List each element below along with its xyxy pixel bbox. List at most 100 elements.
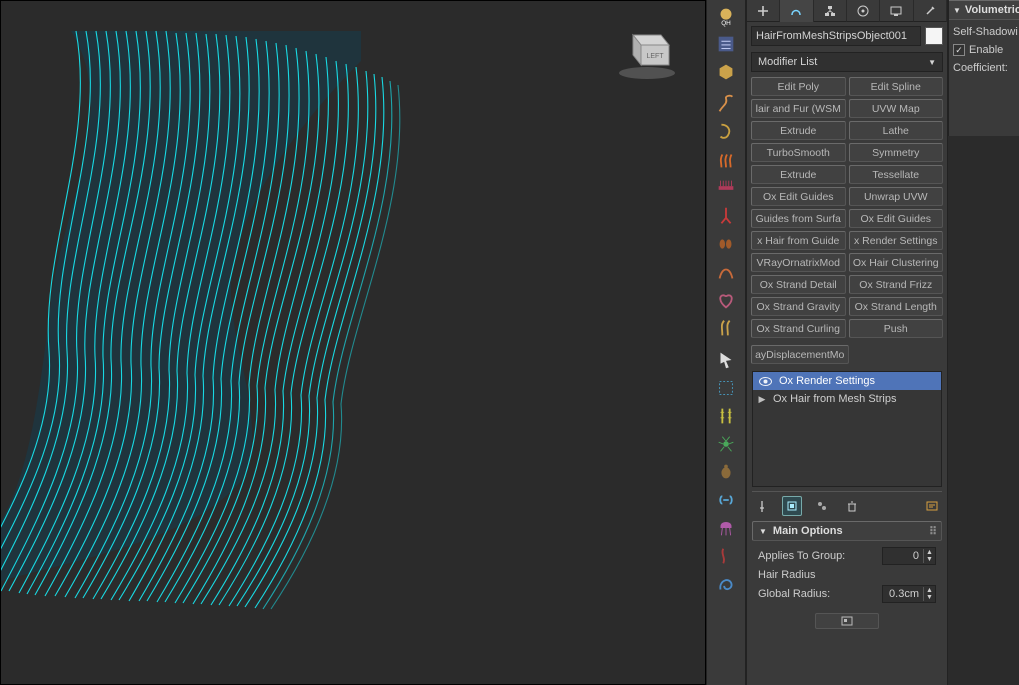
modifier-button[interactable]: Unwrap UVW <box>849 187 944 206</box>
spider-icon[interactable] <box>711 430 741 458</box>
modifier-button[interactable]: Symmetry <box>849 143 944 162</box>
double-strand-icon[interactable] <box>711 314 741 342</box>
modifier-button[interactable]: x Render Settings <box>849 231 944 250</box>
global-radius-spinner[interactable]: 0.3cm ▲▼ <box>882 585 936 603</box>
self-shadowing-label: Self-Shadowi <box>953 26 1019 38</box>
modifier-button[interactable]: Ox Strand Curling <box>751 319 846 338</box>
triangle-down-icon: ▼ <box>759 527 767 536</box>
trash-icon[interactable] <box>842 496 862 516</box>
tab-hierarchy[interactable] <box>814 0 847 22</box>
svg-text:QH: QH <box>721 20 731 27</box>
settings-list-icon[interactable] <box>711 30 741 58</box>
triangle-down-icon: ▼ <box>953 6 961 15</box>
command-panel-tabs <box>747 0 947 22</box>
hair-radius-label: Hair Radius <box>758 569 936 581</box>
tab-utilities[interactable] <box>914 0 947 22</box>
viewport[interactable]: LEFT <box>0 0 706 685</box>
link-icon[interactable] <box>711 486 741 514</box>
tab-display[interactable] <box>880 0 913 22</box>
object-name-input[interactable] <box>751 26 921 46</box>
radius-map-button[interactable] <box>815 613 879 629</box>
map-icon <box>841 616 853 626</box>
pin-stack-icon[interactable] <box>752 496 772 516</box>
quickhair-icon[interactable]: QH <box>711 2 741 30</box>
jelly-icon[interactable] <box>711 514 741 542</box>
modifier-list-dropdown[interactable]: Modifier List ▼ <box>751 52 943 72</box>
curve-icon[interactable] <box>711 258 741 286</box>
modifier-button[interactable]: Lathe <box>849 121 944 140</box>
modifier-button[interactable]: TurboSmooth <box>751 143 846 162</box>
ribbon-icon[interactable] <box>711 542 741 570</box>
hook-icon[interactable] <box>711 118 741 146</box>
modifier-button[interactable]: Extrude <box>751 165 846 184</box>
hexagon-icon[interactable] <box>711 58 741 86</box>
expand-arrow-icon: ▶ <box>757 394 767 405</box>
seeds-icon[interactable] <box>711 230 741 258</box>
modifier-list-label: Modifier List <box>758 56 817 68</box>
enable-checkbox-row[interactable]: ✓ Enable <box>953 44 1019 56</box>
grip-icon: ⠿ <box>929 525 935 538</box>
command-panel: Modifier List ▼ Edit PolyEdit Splinelair… <box>746 0 948 685</box>
coefficient-label: Coefficient: <box>953 62 1019 74</box>
enable-checkbox[interactable]: ✓ <box>953 44 965 56</box>
branch-down-icon[interactable] <box>711 202 741 230</box>
modifier-button[interactable]: Ox Strand Frizz <box>849 275 944 294</box>
modifier-button[interactable]: Tessellate <box>849 165 944 184</box>
rollup-title: Main Options <box>773 525 843 537</box>
modifier-button[interactable]: Ox Edit Guides <box>849 209 944 228</box>
modifier-button[interactable]: Ox Strand Gravity <box>751 297 846 316</box>
applies-to-group-label: Applies To Group: <box>758 550 876 562</box>
swirl-icon[interactable] <box>711 570 741 598</box>
applies-to-group-value: 0 <box>883 550 923 562</box>
volumetric-rollout: ▼ Volumetric Self-Shadowi ✓ Enable Coeff… <box>948 0 1019 136</box>
modifier-button[interactable]: Extrude <box>751 121 846 140</box>
modifier-button-displacement[interactable]: ayDisplacementMo <box>751 345 849 364</box>
modifier-button[interactable]: Ox Hair Clustering <box>849 253 944 272</box>
eye-icon <box>757 377 773 386</box>
rollup-main-options: ▼ Main Options ⠿ Applies To Group: 0 ▲▼ … <box>752 521 942 631</box>
modifier-button[interactable]: Edit Poly <box>751 77 846 96</box>
modifier-button[interactable]: lair and Fur (WSM <box>751 99 846 118</box>
volumetric-title: Volumetric <box>965 4 1019 16</box>
chevron-down-icon: ▼ <box>928 58 936 67</box>
heat-waves-icon[interactable] <box>711 146 741 174</box>
configure-modifier-sets-icon[interactable] <box>922 496 942 516</box>
modifier-stack[interactable]: Ox Render Settings ▶ Ox Hair from Mesh S… <box>752 371 942 487</box>
ornatrix-toolbar: QH <box>706 0 746 685</box>
modifier-button[interactable]: x Hair from Guide <box>751 231 846 250</box>
volumetric-rollout-header[interactable]: ▼ Volumetric <box>949 0 1019 20</box>
tab-modify[interactable] <box>780 0 813 22</box>
modifier-button[interactable]: Ox Strand Length <box>849 297 944 316</box>
modifier-button[interactable]: Push <box>849 319 944 338</box>
modifier-stack-tools <box>752 491 942 513</box>
modifier-button[interactable]: Ox Strand Detail <box>751 275 846 294</box>
object-color-swatch[interactable] <box>925 27 943 45</box>
modifier-button[interactable]: Edit Spline <box>849 77 944 96</box>
heart-icon[interactable] <box>711 286 741 314</box>
viewcube-label: LEFT <box>646 53 664 60</box>
braid-box-icon[interactable] <box>711 374 741 402</box>
global-radius-value: 0.3cm <box>883 588 923 600</box>
viewcube[interactable]: LEFT <box>611 21 683 81</box>
modifier-button[interactable]: Ox Edit Guides <box>751 187 846 206</box>
modifier-button[interactable]: Guides from Surfa <box>751 209 846 228</box>
hair-strands-diagram <box>1 1 706 685</box>
stack-item-render-settings[interactable]: Ox Render Settings <box>753 372 941 390</box>
bug-icon[interactable] <box>711 458 741 486</box>
wavy-strand-icon[interactable] <box>711 90 741 118</box>
modifier-button[interactable]: VRayOrnatrixMod <box>751 253 846 272</box>
pointer-icon[interactable] <box>711 346 741 374</box>
applies-to-group-spinner[interactable]: 0 ▲▼ <box>882 547 936 565</box>
tab-motion[interactable] <box>847 0 880 22</box>
tab-create[interactable] <box>747 0 780 22</box>
make-unique-icon[interactable] <box>812 496 832 516</box>
stack-item-hair-from-mesh-strips[interactable]: ▶ Ox Hair from Mesh Strips <box>753 390 941 408</box>
enable-label: Enable <box>969 44 1003 56</box>
rollup-header-main-options[interactable]: ▼ Main Options ⠿ <box>752 521 942 541</box>
comb-icon[interactable] <box>711 174 741 202</box>
tracks-icon[interactable] <box>711 402 741 430</box>
show-end-result-icon[interactable] <box>782 496 802 516</box>
modifier-button[interactable]: UVW Map <box>849 99 944 118</box>
global-radius-label: Global Radius: <box>758 588 876 600</box>
modifier-button-grid: Edit PolyEdit Splinelair and Fur (WSMUVW… <box>747 74 947 342</box>
